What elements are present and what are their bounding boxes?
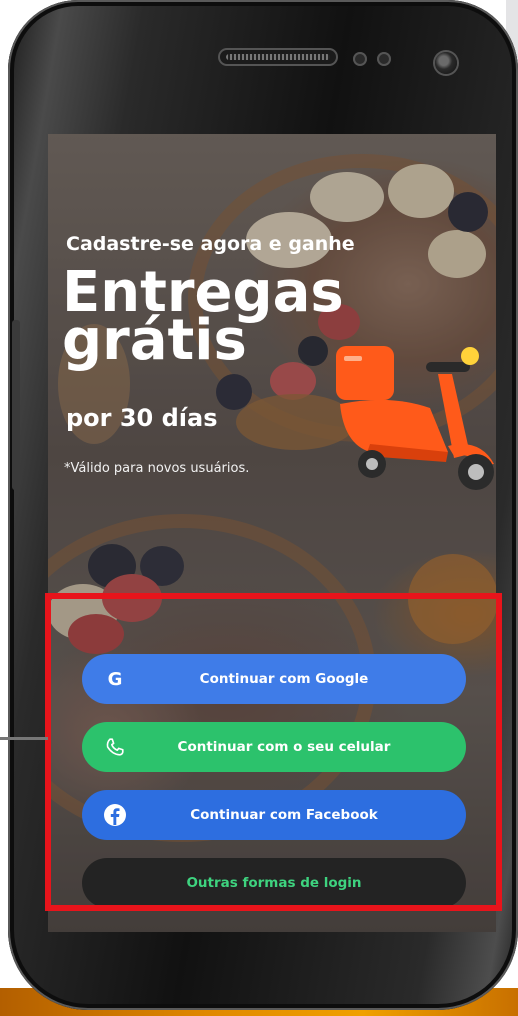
promo-disclaimer: *Válido para novos usuários. <box>64 461 250 476</box>
stage: Cadastre-se agora e ganhe Entregas gráti… <box>0 0 518 1016</box>
sensor-dots <box>353 52 423 66</box>
highlight-box <box>45 593 502 911</box>
scooter-icon <box>336 346 494 490</box>
promo-duration: por 30 días <box>66 404 218 432</box>
side-button <box>12 320 20 490</box>
speaker-grille <box>218 48 338 66</box>
promo-subtitle: Cadastre-se agora e ganhe <box>66 233 355 255</box>
front-camera <box>435 52 457 74</box>
connector-line <box>0 737 48 740</box>
